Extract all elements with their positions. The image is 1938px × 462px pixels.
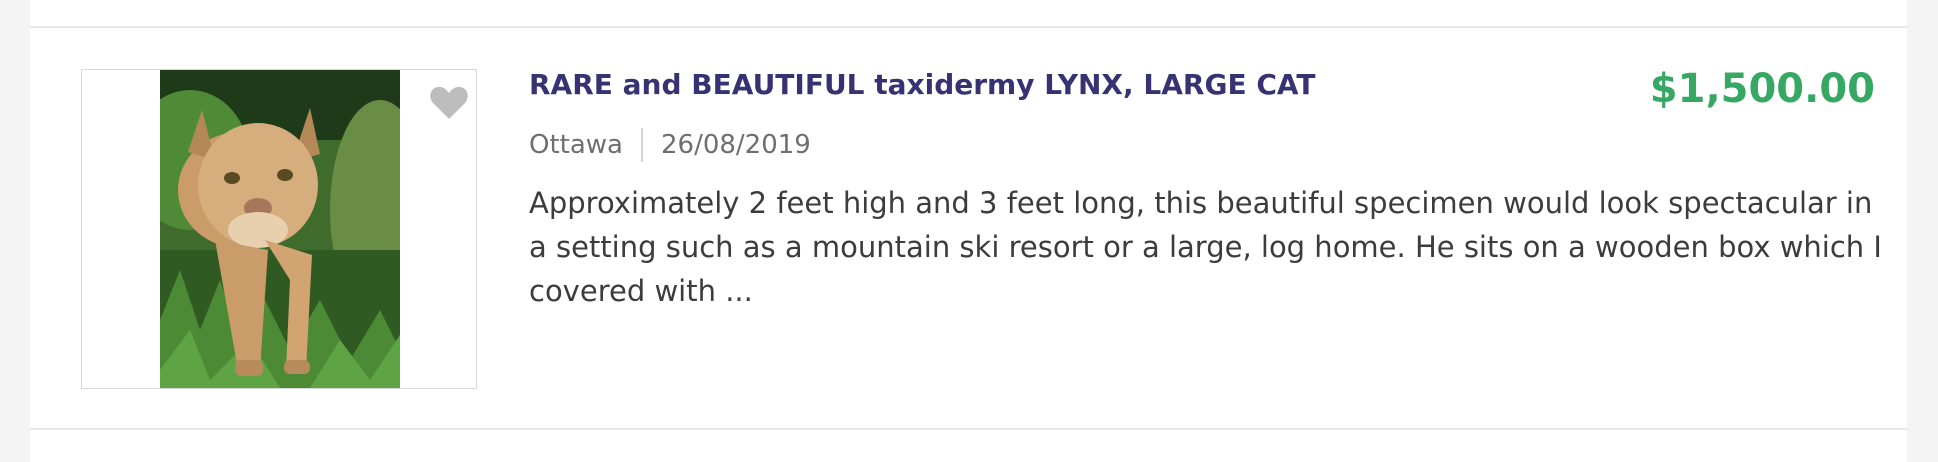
listing-date: 26/08/2019 [660, 130, 811, 160]
listing-title-link[interactable]: RARE and BEAUTIFUL taxidermy LYNX, LARGE… [529, 68, 1315, 101]
listing-location: Ottawa [529, 130, 623, 160]
lynx-photo[interactable] [160, 70, 400, 388]
listing-divider-bottom [30, 428, 1907, 430]
listing-thumbnail[interactable] [81, 69, 477, 389]
listing-price: $1,500.00 [1649, 66, 1875, 112]
meta-separator [640, 128, 643, 162]
listing-card[interactable]: RARE and BEAUTIFUL taxidermy LYNX, LARGE… [30, 28, 1907, 428]
listing-meta: Ottawa 26/08/2019 [529, 128, 811, 162]
page: RARE and BEAUTIFUL taxidermy LYNX, LARGE… [0, 0, 1938, 462]
listing-description: Approximately 2 feet high and 3 feet lon… [529, 186, 1882, 308]
favorite-heart-icon[interactable] [428, 82, 470, 124]
